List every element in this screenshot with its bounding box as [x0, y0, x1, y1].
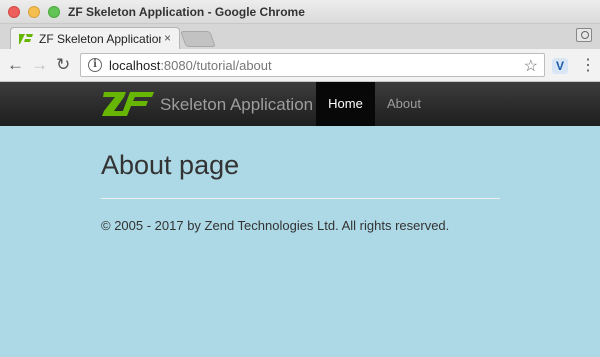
back-arrow-icon[interactable]: ← [7, 56, 24, 73]
tab-close-icon[interactable]: × [164, 31, 171, 45]
menu-icon[interactable]: ⋮ [580, 55, 596, 75]
address-bar[interactable]: i localhost:8080/tutorial/about ☆ [80, 53, 545, 77]
tab-title: ZF Skeleton Application [39, 32, 161, 46]
tab-strip: ZF Skeleton Application × [0, 24, 600, 49]
url-text[interactable]: localhost:8080/tutorial/about [109, 58, 272, 73]
page-title: About page [101, 150, 240, 180]
nav-home[interactable]: Home [316, 82, 375, 126]
brand-link[interactable]: Skeleton Application [160, 95, 313, 115]
maximize-window-button[interactable] [48, 6, 60, 18]
footer-copyright: © 2005 - 2017 by Zend Technologies Ltd. … [101, 218, 450, 233]
close-window-button[interactable] [8, 6, 20, 18]
forward-arrow-icon[interactable]: → [31, 56, 48, 73]
tab-active[interactable]: ZF Skeleton Application × [10, 27, 180, 49]
zf-favicon-icon [19, 34, 33, 44]
nav-about[interactable]: About [376, 82, 432, 126]
url-path: :8080/tutorial/about [160, 58, 272, 73]
bookmark-star-icon[interactable]: ☆ [524, 56, 538, 76]
zf-logo[interactable] [102, 92, 154, 116]
minimize-window-button[interactable] [28, 6, 40, 18]
reload-icon[interactable]: ↻ [56, 56, 70, 73]
info-icon[interactable]: i [88, 58, 102, 72]
new-tab-button[interactable] [180, 31, 216, 47]
browser-toolbar: ← → ↻ i localhost:8080/tutorial/about ☆ … [0, 49, 600, 82]
extension-icon[interactable]: V [552, 58, 568, 74]
url-host: localhost [109, 58, 161, 73]
window-title: ZF Skeleton Application - Google Chrome [68, 5, 305, 19]
app-navbar: Skeleton Application Home About [0, 82, 600, 126]
profile-icon[interactable] [576, 28, 592, 42]
window-titlebar: ZF Skeleton Application - Google Chrome [0, 0, 600, 24]
divider [101, 198, 500, 199]
